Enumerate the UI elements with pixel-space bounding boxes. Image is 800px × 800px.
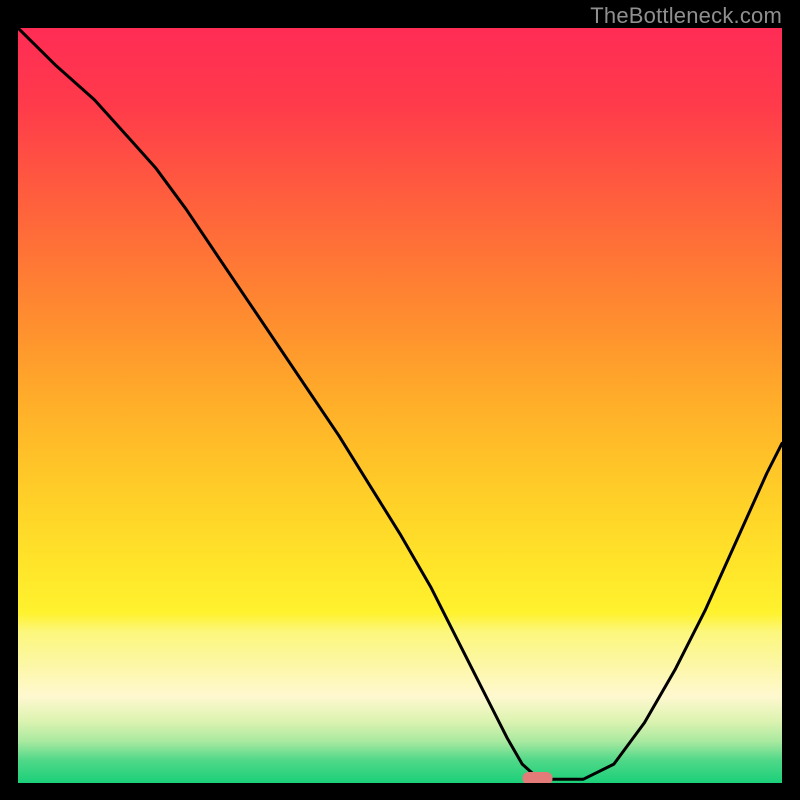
chart-plot-area (18, 28, 782, 783)
optimum-marker (523, 772, 553, 783)
watermark-text: TheBottleneck.com (590, 3, 782, 29)
chart-svg (18, 28, 782, 783)
chart-frame: TheBottleneck.com (0, 0, 800, 800)
